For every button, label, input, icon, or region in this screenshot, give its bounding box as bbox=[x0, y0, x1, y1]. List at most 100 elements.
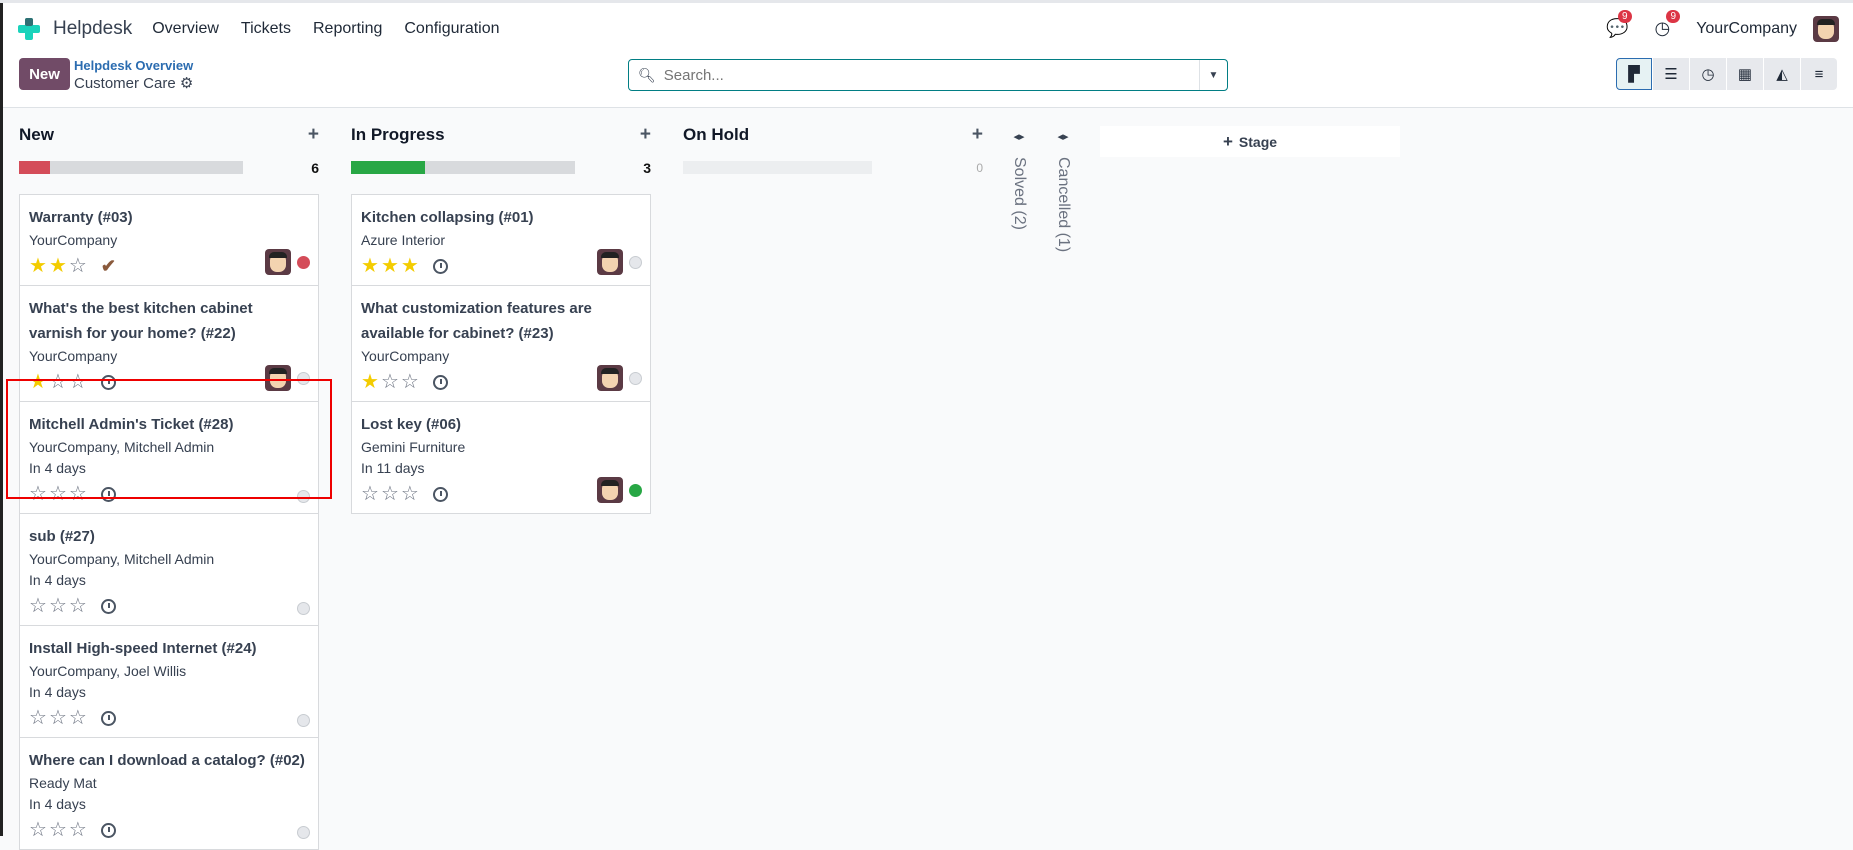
ticket-card[interactable]: Install High-speed Internet (#24) YourCom… bbox=[20, 626, 318, 738]
activity-clock-icon[interactable] bbox=[432, 258, 448, 274]
kanban-state-dot[interactable] bbox=[297, 714, 310, 727]
priority-star-icon[interactable]: ☆ bbox=[29, 596, 47, 616]
company-switcher[interactable]: YourCompany bbox=[1696, 20, 1797, 38]
quick-create-plus-icon[interactable]: + bbox=[640, 124, 651, 146]
column-header: In Progress + bbox=[351, 124, 651, 146]
ticket-card[interactable]: Where can I download a catalog? (#02) Rea… bbox=[20, 738, 318, 849]
kanban-state-dot[interactable] bbox=[297, 255, 310, 269]
activity-clock-icon[interactable] bbox=[432, 486, 448, 502]
priority-star-icon[interactable]: ★ bbox=[381, 256, 399, 276]
priority-star-icon[interactable]: ★ bbox=[361, 256, 379, 276]
kanban-state-dot[interactable] bbox=[297, 826, 310, 839]
priority-star-icon[interactable]: ★ bbox=[361, 372, 379, 392]
priority-star-icon[interactable]: ★ bbox=[401, 256, 419, 276]
priority-star-icon[interactable]: ★ bbox=[49, 256, 67, 276]
gear-icon[interactable]: ⚙ bbox=[180, 75, 193, 92]
kanban-state-dot[interactable] bbox=[629, 255, 642, 269]
priority-star-icon[interactable]: ☆ bbox=[49, 596, 67, 616]
menu-tickets[interactable]: Tickets bbox=[241, 20, 291, 38]
ticket-footer: ☆ ☆ ☆ bbox=[29, 483, 309, 505]
check-icon[interactable]: ✔ bbox=[101, 256, 116, 277]
kanban-view-button[interactable]: ▛ bbox=[1616, 58, 1652, 90]
cohort-view-button[interactable]: ≡ bbox=[1801, 58, 1837, 90]
menu-reporting[interactable]: Reporting bbox=[313, 20, 382, 38]
kanban-state-dot[interactable] bbox=[629, 371, 642, 385]
menu-overview[interactable]: Overview bbox=[152, 20, 219, 38]
search-bar: 🔍︎ ▼ bbox=[628, 59, 1228, 91]
add-stage-button[interactable]: + Stage bbox=[1100, 126, 1400, 157]
priority-star-icon[interactable]: ☆ bbox=[69, 596, 87, 616]
activities-button[interactable]: ◷ 9 bbox=[1654, 10, 1681, 39]
menu-configuration[interactable]: Configuration bbox=[404, 20, 499, 38]
priority-star-icon[interactable]: ☆ bbox=[401, 484, 419, 504]
assignee-avatar[interactable] bbox=[597, 477, 623, 503]
kanban-state-dot[interactable] bbox=[297, 371, 310, 385]
activity-clock-icon[interactable] bbox=[100, 710, 116, 726]
column-title[interactable]: On Hold bbox=[683, 125, 749, 145]
list-view-button[interactable]: ☰ bbox=[1653, 58, 1689, 90]
activity-view-button[interactable]: ◷ bbox=[1690, 58, 1726, 90]
app-name[interactable]: Helpdesk bbox=[53, 18, 132, 40]
pivot-view-button[interactable]: ▦ bbox=[1727, 58, 1763, 90]
priority-star-icon[interactable]: ☆ bbox=[29, 708, 47, 728]
ticket-card[interactable]: Mitchell Admin's Ticket (#28) YourCompany… bbox=[20, 402, 318, 514]
column-count: 6 bbox=[311, 159, 319, 176]
breadcrumb-parent[interactable]: Helpdesk Overview bbox=[74, 58, 193, 73]
priority-star-icon[interactable]: ★ bbox=[29, 372, 47, 392]
priority-star-icon[interactable]: ☆ bbox=[69, 256, 87, 276]
activity-clock-icon[interactable] bbox=[432, 374, 448, 390]
activity-clock-icon[interactable] bbox=[100, 486, 116, 502]
new-button[interactable]: New bbox=[19, 58, 70, 90]
priority-star-icon[interactable]: ☆ bbox=[69, 708, 87, 728]
plus-icon: + bbox=[1222, 131, 1233, 151]
ticket-card[interactable]: Kitchen collapsing (#01) Azure Interior ★ ★… bbox=[352, 195, 650, 286]
assignee-avatar[interactable] bbox=[265, 365, 291, 391]
user-avatar[interactable] bbox=[1813, 15, 1839, 42]
activity-clock-icon[interactable] bbox=[100, 598, 116, 614]
quick-create-plus-icon[interactable]: + bbox=[308, 124, 319, 146]
priority-star-icon[interactable]: ☆ bbox=[69, 820, 87, 840]
priority-star-icon[interactable]: ☆ bbox=[361, 484, 379, 504]
priority-star-icon[interactable]: ☆ bbox=[49, 484, 67, 504]
priority-star-icon[interactable]: ☆ bbox=[49, 372, 67, 392]
progress-bar[interactable] bbox=[351, 161, 575, 174]
priority-star-icon[interactable]: ☆ bbox=[69, 484, 87, 504]
ticket-card[interactable]: sub (#27) YourCompany, Mitchell Admin In 4… bbox=[20, 514, 318, 626]
ticket-title: What's the best kitchen cabinet varnish … bbox=[29, 300, 253, 342]
priority-star-icon[interactable]: ☆ bbox=[49, 708, 67, 728]
progress-bar[interactable] bbox=[683, 161, 872, 174]
assignee-avatar[interactable] bbox=[265, 249, 291, 275]
kanban-state-dot[interactable] bbox=[297, 602, 310, 615]
priority-star-icon[interactable]: ☆ bbox=[49, 820, 67, 840]
ticket-card[interactable]: Lost key (#06) Gemini Furniture In 11 days… bbox=[352, 402, 650, 513]
messages-button[interactable]: 💬 9 bbox=[1606, 10, 1632, 39]
search-input[interactable] bbox=[663, 66, 1199, 84]
graph-view-button[interactable]: ◭ bbox=[1764, 58, 1800, 90]
folded-column-solved[interactable]: ◂▸ Solved (2) bbox=[1007, 130, 1031, 230]
helpdesk-logo-icon[interactable] bbox=[18, 17, 40, 40]
assignee-avatar[interactable] bbox=[597, 365, 623, 391]
activity-clock-icon[interactable] bbox=[100, 822, 116, 838]
column-title[interactable]: New bbox=[19, 125, 54, 145]
kanban-state-dot[interactable] bbox=[297, 490, 310, 503]
priority-star-icon[interactable]: ☆ bbox=[29, 484, 47, 504]
priority-star-icon[interactable]: ☆ bbox=[69, 372, 87, 392]
expand-arrows-icon: ◂▸ bbox=[1057, 131, 1069, 143]
priority-star-icon[interactable]: ☆ bbox=[381, 484, 399, 504]
ticket-card[interactable]: What customization features are availabl… bbox=[352, 286, 650, 402]
progress-bar[interactable] bbox=[19, 161, 243, 174]
priority-star-icon[interactable]: ☆ bbox=[29, 820, 47, 840]
search-options-toggle[interactable]: ▼ bbox=[1199, 60, 1227, 90]
folded-column-cancelled[interactable]: ◂▸ Cancelled (1) bbox=[1051, 130, 1075, 252]
activity-clock-icon[interactable] bbox=[100, 374, 116, 390]
ticket-card[interactable]: What's the best kitchen cabinet varnish … bbox=[20, 286, 318, 402]
priority-star-icon[interactable]: ★ bbox=[29, 256, 47, 276]
quick-create-plus-icon[interactable]: + bbox=[972, 124, 983, 146]
ticket-card[interactable]: Warranty (#03) YourCompany ★ ★ ☆ ✔ bbox=[20, 195, 318, 286]
column-title[interactable]: In Progress bbox=[351, 125, 445, 145]
assignee-avatar[interactable] bbox=[597, 249, 623, 275]
priority-star-icon[interactable]: ☆ bbox=[401, 372, 419, 392]
folded-column-label: Solved (2) bbox=[1011, 157, 1028, 230]
priority-star-icon[interactable]: ☆ bbox=[381, 372, 399, 392]
kanban-state-dot[interactable] bbox=[629, 483, 642, 497]
